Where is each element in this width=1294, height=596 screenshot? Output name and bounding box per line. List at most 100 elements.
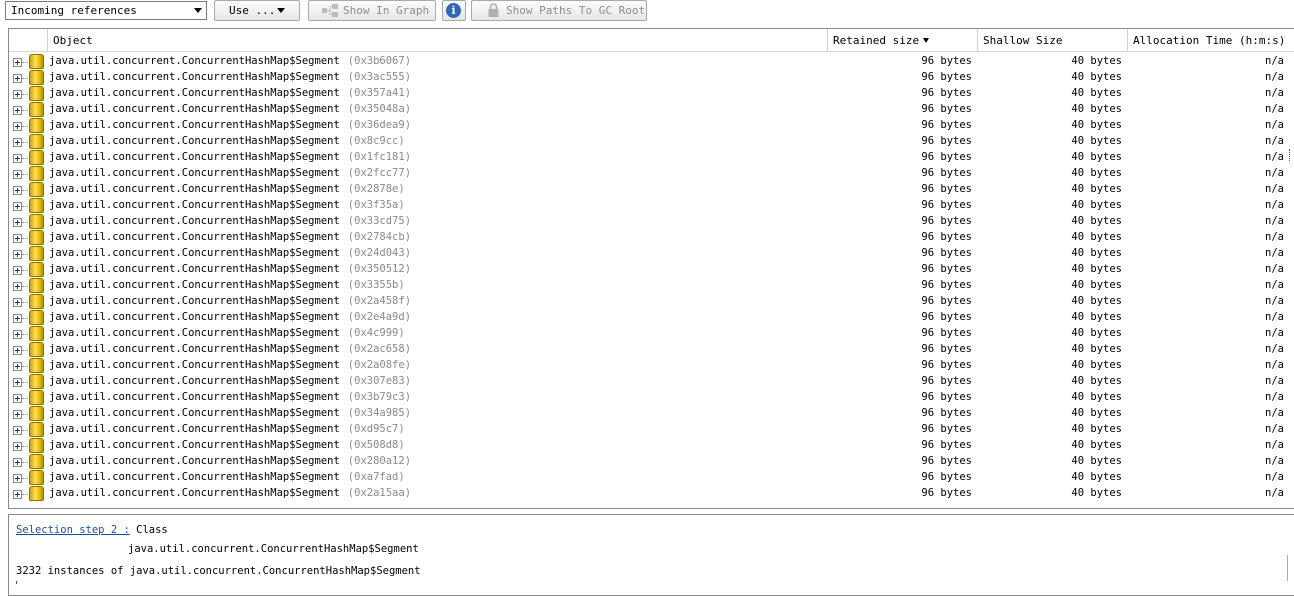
object-jar-icon bbox=[29, 342, 44, 357]
table-row[interactable]: java.util.concurrent.ConcurrentHashMap$S… bbox=[9, 70, 1294, 86]
selection-class-name: java.util.concurrent.ConcurrentHashMap$S… bbox=[128, 543, 419, 555]
table-row[interactable]: java.util.concurrent.ConcurrentHashMap$S… bbox=[9, 486, 1294, 502]
table-row[interactable]: java.util.concurrent.ConcurrentHashMap$S… bbox=[9, 342, 1294, 358]
object-cell: java.util.concurrent.ConcurrentHashMap$S… bbox=[49, 375, 411, 387]
object-address: (0x33cd75) bbox=[347, 215, 412, 227]
table-row[interactable]: java.util.concurrent.ConcurrentHashMap$S… bbox=[9, 86, 1294, 102]
expand-icon[interactable] bbox=[13, 90, 22, 99]
tree-connector bbox=[22, 254, 28, 255]
table-row[interactable]: java.util.concurrent.ConcurrentHashMap$S… bbox=[9, 246, 1294, 262]
expand-icon[interactable] bbox=[13, 74, 22, 83]
expand-icon[interactable] bbox=[13, 330, 22, 339]
expand-icon[interactable] bbox=[13, 106, 22, 115]
expand-icon[interactable] bbox=[13, 490, 22, 499]
table-header: Object Retained size Shallow Size Alloca… bbox=[9, 29, 1294, 52]
object-jar-icon bbox=[29, 310, 44, 325]
table-row[interactable]: java.util.concurrent.ConcurrentHashMap$S… bbox=[9, 182, 1294, 198]
table-row[interactable]: java.util.concurrent.ConcurrentHashMap$S… bbox=[9, 198, 1294, 214]
expand-icon[interactable] bbox=[13, 442, 22, 451]
table-row[interactable]: java.util.concurrent.ConcurrentHashMap$S… bbox=[9, 390, 1294, 406]
shallow-size-cell: 40 bytes bbox=[1071, 359, 1122, 371]
table-row[interactable]: java.util.concurrent.ConcurrentHashMap$S… bbox=[9, 326, 1294, 342]
expand-icon[interactable] bbox=[13, 346, 22, 355]
table-row[interactable]: java.util.concurrent.ConcurrentHashMap$S… bbox=[9, 454, 1294, 470]
allocation-time-cell: n/a bbox=[1265, 407, 1284, 419]
expand-icon[interactable] bbox=[13, 298, 22, 307]
info-button[interactable]: i bbox=[442, 0, 466, 21]
expand-icon[interactable] bbox=[13, 170, 22, 179]
table-row[interactable]: java.util.concurrent.ConcurrentHashMap$S… bbox=[9, 406, 1294, 422]
expand-icon[interactable] bbox=[13, 138, 22, 147]
expand-icon[interactable] bbox=[13, 394, 22, 403]
table-row[interactable]: java.util.concurrent.ConcurrentHashMap$S… bbox=[9, 422, 1294, 438]
object-class-name: java.util.concurrent.ConcurrentHashMap$S… bbox=[49, 439, 340, 451]
selection-kind: Class bbox=[136, 524, 168, 536]
table-row[interactable]: java.util.concurrent.ConcurrentHashMap$S… bbox=[9, 150, 1294, 166]
expand-icon[interactable] bbox=[13, 378, 22, 387]
tree-connector bbox=[22, 462, 28, 463]
object-jar-icon bbox=[29, 54, 44, 69]
show-paths-label: Show Paths To GC Root bbox=[506, 4, 646, 17]
expand-icon[interactable] bbox=[13, 266, 22, 275]
allocation-time-cell: n/a bbox=[1265, 263, 1284, 275]
table-row[interactable]: java.util.concurrent.ConcurrentHashMap$S… bbox=[9, 214, 1294, 230]
header-allocation-time[interactable]: Allocation Time (h:m:s) bbox=[1127, 29, 1294, 51]
expand-icon[interactable] bbox=[13, 122, 22, 131]
selection-step-link[interactable]: Selection step 2 : bbox=[16, 524, 130, 536]
table-row[interactable]: java.util.concurrent.ConcurrentHashMap$S… bbox=[9, 118, 1294, 134]
show-in-graph-button[interactable]: Show In Graph bbox=[308, 0, 436, 21]
expand-icon[interactable] bbox=[13, 458, 22, 467]
expand-icon[interactable] bbox=[13, 362, 22, 371]
expand-icon[interactable] bbox=[13, 58, 22, 67]
shallow-size-cell: 40 bytes bbox=[1071, 183, 1122, 195]
table-row[interactable]: java.util.concurrent.ConcurrentHashMap$S… bbox=[9, 102, 1294, 118]
table-row[interactable]: java.util.concurrent.ConcurrentHashMap$S… bbox=[9, 358, 1294, 374]
header-shallow-size[interactable]: Shallow Size bbox=[977, 29, 1127, 51]
allocation-time-cell: n/a bbox=[1265, 199, 1284, 211]
expand-icon[interactable] bbox=[13, 282, 22, 291]
header-retained-size[interactable]: Retained size bbox=[827, 29, 977, 51]
expand-icon[interactable] bbox=[13, 186, 22, 195]
show-paths-to-gc-root-button[interactable]: Show Paths To GC Root bbox=[471, 0, 647, 21]
table-row[interactable]: java.util.concurrent.ConcurrentHashMap$S… bbox=[9, 262, 1294, 278]
table-row[interactable]: java.util.concurrent.ConcurrentHashMap$S… bbox=[9, 134, 1294, 150]
shallow-size-cell: 40 bytes bbox=[1071, 487, 1122, 499]
expand-icon[interactable] bbox=[13, 250, 22, 259]
table-row[interactable]: java.util.concurrent.ConcurrentHashMap$S… bbox=[9, 230, 1294, 246]
expand-icon[interactable] bbox=[13, 154, 22, 163]
view-select[interactable]: Incoming references bbox=[5, 1, 207, 20]
shallow-size-cell: 40 bytes bbox=[1071, 311, 1122, 323]
expand-icon[interactable] bbox=[13, 426, 22, 435]
table-row[interactable]: java.util.concurrent.ConcurrentHashMap$S… bbox=[9, 310, 1294, 326]
allocation-time-cell: n/a bbox=[1265, 359, 1284, 371]
table-row[interactable]: java.util.concurrent.ConcurrentHashMap$S… bbox=[9, 54, 1294, 70]
object-cell: java.util.concurrent.ConcurrentHashMap$S… bbox=[49, 55, 411, 67]
expand-icon[interactable] bbox=[13, 234, 22, 243]
expand-icon[interactable] bbox=[13, 410, 22, 419]
table-row[interactable]: java.util.concurrent.ConcurrentHashMap$S… bbox=[9, 374, 1294, 390]
allocation-time-cell: n/a bbox=[1265, 471, 1284, 483]
scrollbar[interactable] bbox=[1289, 149, 1294, 161]
tree-connector bbox=[22, 366, 28, 367]
object-jar-icon bbox=[29, 390, 44, 405]
shallow-size-cell: 40 bytes bbox=[1071, 135, 1122, 147]
header-object[interactable]: Object bbox=[47, 29, 827, 51]
allocation-time-cell: n/a bbox=[1265, 455, 1284, 467]
use-button[interactable]: Use ... bbox=[214, 0, 300, 21]
object-class-name: java.util.concurrent.ConcurrentHashMap$S… bbox=[49, 343, 340, 355]
expand-icon[interactable] bbox=[13, 202, 22, 211]
table-row[interactable]: java.util.concurrent.ConcurrentHashMap$S… bbox=[9, 438, 1294, 454]
table-row[interactable]: java.util.concurrent.ConcurrentHashMap$S… bbox=[9, 294, 1294, 310]
object-jar-icon bbox=[29, 230, 44, 245]
expand-icon[interactable] bbox=[13, 474, 22, 483]
shallow-size-cell: 40 bytes bbox=[1071, 199, 1122, 211]
retained-size-cell: 96 bytes bbox=[921, 423, 972, 435]
object-jar-icon bbox=[29, 294, 44, 309]
table-row[interactable]: java.util.concurrent.ConcurrentHashMap$S… bbox=[9, 278, 1294, 294]
table-row[interactable]: java.util.concurrent.ConcurrentHashMap$S… bbox=[9, 470, 1294, 486]
object-class-name: java.util.concurrent.ConcurrentHashMap$S… bbox=[49, 455, 340, 467]
expand-icon[interactable] bbox=[13, 314, 22, 323]
table-row[interactable]: java.util.concurrent.ConcurrentHashMap$S… bbox=[9, 166, 1294, 182]
expand-icon[interactable] bbox=[13, 218, 22, 227]
object-cell: java.util.concurrent.ConcurrentHashMap$S… bbox=[49, 487, 411, 499]
